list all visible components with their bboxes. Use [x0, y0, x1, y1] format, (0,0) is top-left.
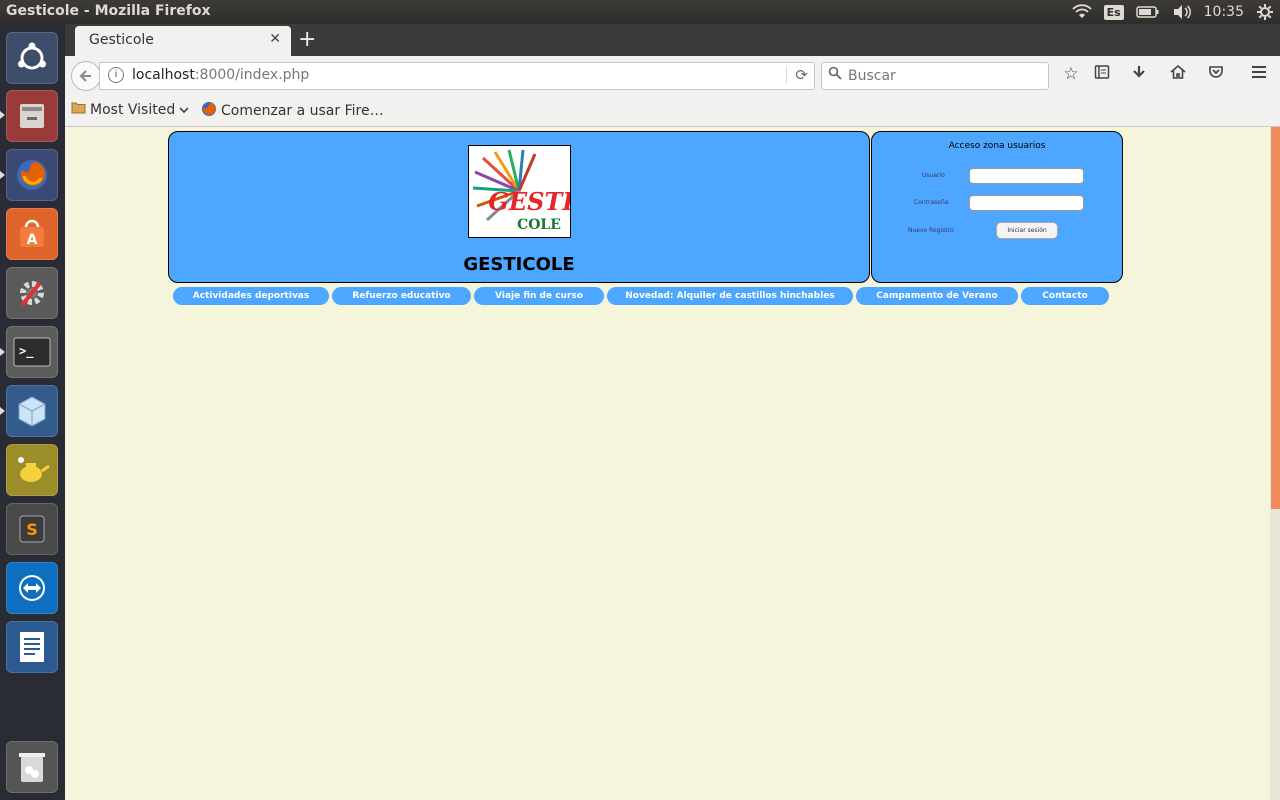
navigation-toolbar: i localhost:8000/index.php ⟳ ☆ [65, 56, 1280, 94]
register-link[interactable]: Nuevo Registro [908, 227, 954, 234]
login-heading: Acceso zona usuarios [948, 141, 1046, 151]
search-icon [828, 66, 842, 84]
scrollbar-thumb[interactable] [1271, 127, 1280, 509]
login-panel: Acceso zona usuarios Usuario Contraseña … [871, 131, 1123, 283]
menu-item-refuerzo[interactable]: Refuerzo educativo [332, 287, 471, 305]
trash-icon[interactable] [6, 741, 58, 793]
menu-item-castillos[interactable]: Novedad: Alquiler de castillos hinchable… [607, 287, 853, 305]
new-tab-button[interactable]: + [298, 27, 316, 52]
top-panel: Gesticole - Mozilla Firefox Es 10:35 [0, 0, 1280, 24]
battery-icon[interactable] [1135, 0, 1160, 24]
launcher: A >_ S [0, 24, 65, 800]
terminal-icon[interactable]: >_ [6, 326, 58, 378]
logo-text-cole: COLE [517, 217, 561, 233]
url-text: localhost:8000/index.php [132, 67, 309, 83]
menu-item-actividades[interactable]: Actividades deportivas [173, 287, 329, 305]
file-manager-icon[interactable] [6, 90, 58, 142]
libreoffice-writer-icon[interactable] [6, 621, 58, 673]
back-button[interactable] [71, 61, 101, 91]
downloads-icon[interactable] [1127, 64, 1151, 85]
chevron-down-icon [179, 102, 189, 118]
menu-item-viaje[interactable]: Viaje fin de curso [474, 287, 604, 305]
logo-text-gesti: GESTI [488, 187, 570, 216]
svg-text:S: S [26, 520, 38, 539]
scrollbar[interactable] [1270, 127, 1280, 800]
search-bar[interactable] [821, 62, 1049, 90]
wifi-icon[interactable] [1071, 0, 1092, 24]
bookmarks-toolbar: Most Visited Comenzar a usar Fire… [65, 94, 1280, 127]
menu-item-campamento[interactable]: Campamento de Verano [856, 287, 1018, 305]
genie-teapot-icon[interactable] [6, 444, 58, 496]
gear-icon[interactable] [1256, 0, 1274, 24]
firefox-window: Gesticole ✕ + i localhost:8000/index.php… [65, 24, 1280, 800]
search-input[interactable] [846, 66, 1045, 86]
running-indicator [0, 348, 5, 356]
tab-bar: Gesticole ✕ + [65, 24, 1280, 56]
bookmark-star-icon[interactable]: ☆ [1059, 64, 1083, 84]
keyboard-language-indicator[interactable]: Es [1103, 0, 1124, 24]
firefox-icon[interactable] [6, 149, 58, 201]
volume-icon[interactable] [1172, 0, 1192, 24]
home-icon[interactable] [1166, 64, 1190, 85]
most-visited-bookmark[interactable]: Most Visited [71, 101, 189, 118]
tab-title: Gesticole [89, 32, 154, 48]
menu-hamburger-icon[interactable] [1247, 64, 1271, 85]
page-content: GESTI COLE GESTICOLE Acceso zona usuario… [65, 127, 1270, 800]
password-field[interactable] [969, 195, 1084, 211]
running-indicator [0, 407, 5, 415]
firefox-favicon-icon [201, 101, 217, 121]
ubuntu-dash-icon[interactable] [6, 32, 58, 84]
site-title-text: GESTICOLE [463, 254, 575, 275]
teamviewer-icon[interactable] [6, 562, 58, 614]
username-label: Usuario [922, 172, 945, 179]
running-indicator [0, 111, 5, 119]
url-path: :8000/index.php [194, 67, 310, 83]
menu-item-contacto[interactable]: Contacto [1021, 287, 1109, 305]
svg-text:A: A [27, 232, 38, 248]
system-settings-icon[interactable] [6, 267, 58, 319]
close-tab-icon[interactable]: ✕ [269, 31, 281, 47]
clock[interactable]: 10:35 [1204, 0, 1244, 24]
sublime-text-icon[interactable]: S [6, 503, 58, 555]
software-center-icon[interactable]: A [6, 208, 58, 260]
running-indicator [0, 171, 5, 179]
virtualbox-icon[interactable] [6, 385, 58, 437]
folder-icon [71, 101, 86, 118]
site-info-icon[interactable]: i [108, 67, 124, 83]
header-panel: GESTI COLE GESTICOLE [168, 131, 870, 283]
password-label: Contraseña [914, 199, 949, 206]
getting-started-label: Comenzar a usar Fire… [221, 103, 384, 119]
reload-icon[interactable]: ⟳ [786, 66, 808, 84]
getting-started-bookmark[interactable]: Comenzar a usar Fire… [201, 101, 384, 121]
window-title: Gesticole - Mozilla Firefox [6, 3, 211, 19]
tab-gesticole[interactable]: Gesticole ✕ [75, 26, 291, 56]
url-bar[interactable]: i localhost:8000/index.php ⟳ [99, 62, 815, 90]
system-tray: Es 10:35 [1071, 0, 1274, 24]
site-title: GESTICOLE [169, 254, 869, 275]
pocket-icon[interactable] [1204, 64, 1228, 85]
username-field[interactable] [969, 168, 1084, 184]
url-host: localhost [132, 67, 195, 83]
login-button[interactable]: Iniciar sesión [996, 222, 1058, 239]
most-visited-label: Most Visited [90, 101, 176, 118]
site-logo: GESTI COLE [468, 145, 571, 238]
reading-list-icon[interactable] [1090, 64, 1114, 85]
svg-text:>_: >_ [19, 344, 34, 359]
